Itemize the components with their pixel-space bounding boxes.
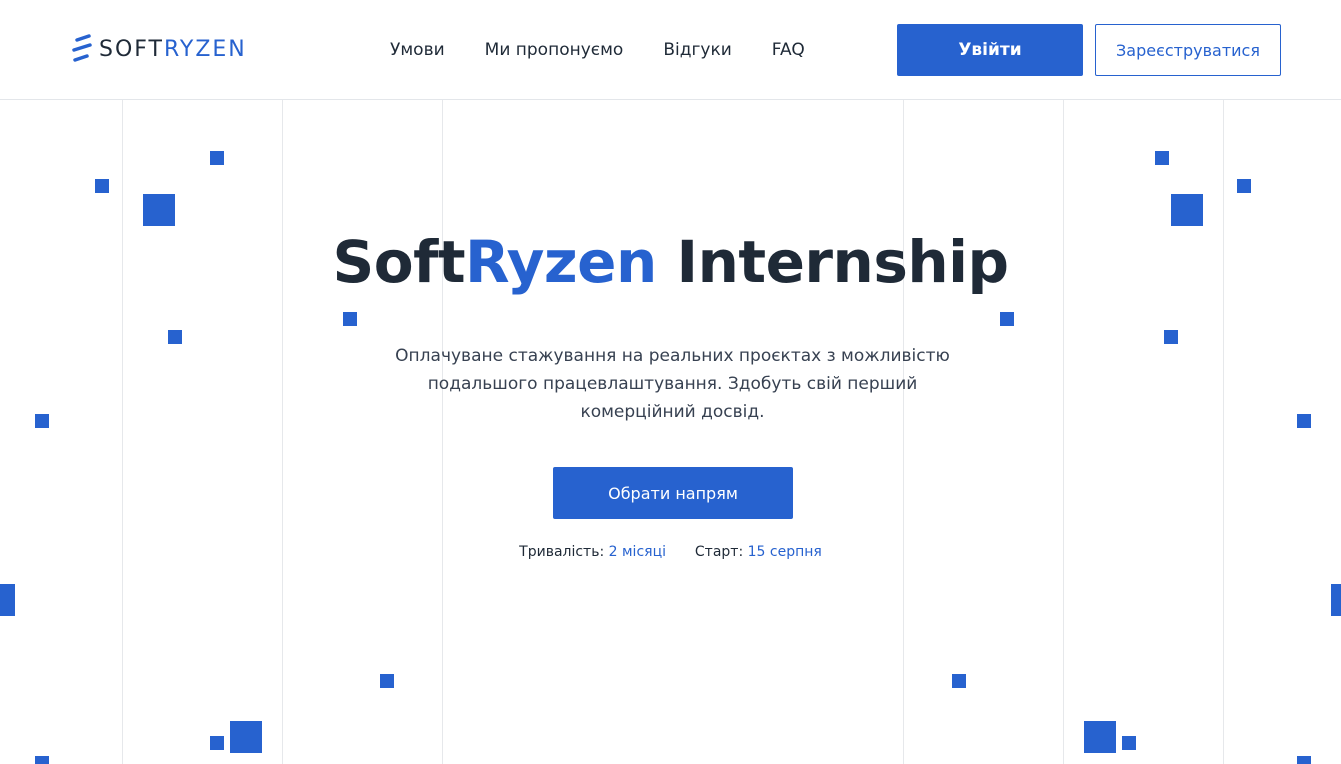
decor-square (952, 674, 966, 688)
nav-item-offers[interactable]: Ми пропонуємо (485, 38, 624, 62)
internship-meta: Тривалість: 2 місяці Старт: 15 серпня (0, 541, 1341, 563)
landing-page: SOFTRYZEN Умови Ми пропонуємо Відгуки FA… (0, 0, 1341, 764)
decor-square (168, 330, 182, 344)
decor-square (1297, 756, 1311, 764)
grid-line (122, 99, 123, 764)
logo-text-accent: RYZEN (164, 37, 247, 62)
choose-direction-button[interactable]: Обрати напрям (553, 467, 793, 519)
hero-subtitle: Оплачуване стажування на реальних проєкт… (395, 346, 950, 422)
decor-square (1331, 584, 1341, 616)
decor-square (95, 179, 109, 193)
grid-line (442, 99, 443, 764)
decor-square (1155, 151, 1169, 165)
nav-item-faq[interactable]: FAQ (772, 38, 805, 62)
decor-square (1164, 330, 1178, 344)
decor-square (35, 414, 49, 428)
login-button[interactable]: Увійти (897, 24, 1083, 76)
decor-square (1084, 721, 1116, 753)
decor-square (380, 674, 394, 688)
hero-title-part1: Soft (332, 228, 466, 296)
grid-line (282, 99, 283, 764)
logo-text-main: SOFT (99, 37, 164, 62)
decor-square (35, 756, 49, 764)
logo-mark-icon (72, 34, 92, 62)
decor-square (1122, 736, 1136, 750)
decor-square (1297, 414, 1311, 428)
register-button[interactable]: Зареєструватися (1095, 24, 1281, 76)
decor-square (210, 736, 224, 750)
decor-square (1000, 312, 1014, 326)
logo-text: SOFTRYZEN (99, 34, 247, 66)
decor-square (230, 721, 262, 753)
logo-link[interactable]: SOFTRYZEN (71, 34, 247, 66)
grid-line (1063, 99, 1064, 764)
hero-title-accent: Ryzen (465, 228, 657, 296)
decor-square (0, 584, 15, 616)
decor-square (343, 312, 357, 326)
hero-title-part2: Internship (656, 228, 1009, 296)
decor-square (210, 151, 224, 165)
grid-line (903, 99, 904, 764)
hero-title: SoftRyzen Internship (0, 222, 1341, 302)
grid-line (1223, 99, 1224, 764)
main-nav: Умови Ми пропонуємо Відгуки FAQ (390, 38, 845, 62)
duration-label: Тривалість: (519, 544, 605, 560)
nav-item-reviews[interactable]: Відгуки (663, 38, 731, 62)
site-header: SOFTRYZEN Умови Ми пропонуємо Відгуки FA… (0, 0, 1341, 100)
decor-square (1237, 179, 1251, 193)
duration-value: 2 місяці (608, 544, 666, 560)
start-value: 15 серпня (747, 544, 822, 560)
start-label: Старт: (694, 544, 744, 560)
nav-item-conditions[interactable]: Умови (390, 38, 445, 62)
